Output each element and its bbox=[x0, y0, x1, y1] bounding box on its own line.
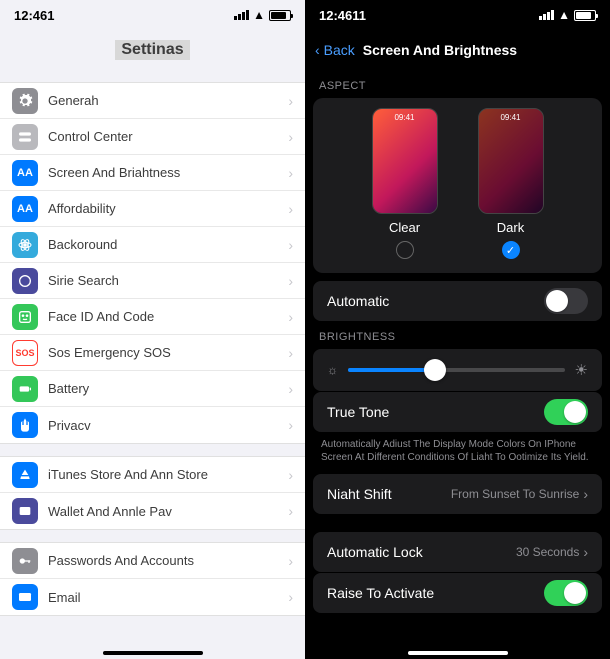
status-bar-left: 12:461 ▲ bbox=[0, 0, 305, 30]
status-bar-right: 12:4611 ▲ bbox=[305, 0, 610, 30]
appearance-previews: 09:41 Clear 09:41 Dark bbox=[313, 98, 602, 273]
section-brightness: BRIGHTNESS bbox=[305, 321, 610, 349]
page-title-left: Settinas bbox=[0, 30, 305, 70]
row-label: Email bbox=[48, 590, 288, 605]
key-icon bbox=[12, 548, 38, 574]
radio-dark[interactable] bbox=[502, 241, 520, 259]
row-label: Privacv bbox=[48, 418, 288, 433]
home-indicator[interactable] bbox=[408, 651, 508, 655]
chevron-right-icon: › bbox=[288, 503, 293, 519]
true-tone-toggle[interactable] bbox=[544, 399, 588, 425]
raise-toggle[interactable] bbox=[544, 580, 588, 606]
radio-light[interactable] bbox=[396, 241, 414, 259]
chevron-right-icon: › bbox=[288, 381, 293, 397]
status-icons: ▲ bbox=[234, 8, 291, 22]
chevron-right-icon: › bbox=[288, 589, 293, 605]
battery-icon bbox=[269, 10, 291, 21]
row-label: Affordability bbox=[48, 201, 288, 216]
raise-row[interactable]: Raise To Activate bbox=[313, 573, 602, 613]
settings-row-aa[interactable]: AA Screen And Briahtness › bbox=[0, 155, 305, 191]
brightness-slider-row: ☼ ☀ bbox=[313, 349, 602, 391]
chevron-right-icon: › bbox=[288, 201, 293, 217]
siri-icon bbox=[12, 268, 38, 294]
chevron-right-icon: › bbox=[288, 165, 293, 181]
chevron-right-icon: › bbox=[288, 345, 293, 361]
chevron-right-icon: › bbox=[288, 417, 293, 433]
signal-icon bbox=[539, 10, 554, 20]
night-shift-row[interactable]: Niaht Shift From Sunset To Sunrise › bbox=[313, 474, 602, 514]
settings-row-astore[interactable]: iTunes Store And Ann Store › bbox=[0, 457, 305, 493]
row-label: Screen And Briahtness bbox=[48, 165, 288, 180]
row-label: Control Center bbox=[48, 129, 288, 144]
aa-icon: AA bbox=[12, 160, 38, 186]
appearance-dark[interactable]: 09:41 Dark bbox=[478, 108, 544, 259]
wifi-icon: ▲ bbox=[253, 8, 265, 22]
settings-row-switches[interactable]: Control Center › bbox=[0, 119, 305, 155]
sun-large-icon: ☀ bbox=[575, 361, 588, 379]
auto-lock-row[interactable]: Automatic Lock 30 Seconds › bbox=[313, 532, 602, 572]
chevron-right-icon: › bbox=[288, 129, 293, 145]
chevron-right-icon: › bbox=[288, 273, 293, 289]
row-label: Sirie Search bbox=[48, 273, 288, 288]
automatic-row[interactable]: Automatic bbox=[313, 281, 602, 321]
true-tone-row[interactable]: True Tone bbox=[313, 392, 602, 432]
clock: 12:4611 bbox=[319, 8, 366, 23]
chevron-right-icon: › bbox=[288, 553, 293, 569]
settings-row-wallet[interactable]: Wallet And Annle Pav › bbox=[0, 493, 305, 529]
battery-icon bbox=[12, 376, 38, 402]
home-indicator[interactable] bbox=[103, 651, 203, 655]
wallet-icon bbox=[12, 498, 38, 524]
row-label: Generah bbox=[48, 93, 288, 108]
mail-icon bbox=[12, 584, 38, 610]
chevron-right-icon: › bbox=[583, 486, 588, 502]
gear-icon bbox=[12, 88, 38, 114]
settings-row-sos[interactable]: SOS Sos Emergency SOS › bbox=[0, 335, 305, 371]
settings-row-atom[interactable]: Backoround › bbox=[0, 227, 305, 263]
switches-icon bbox=[12, 124, 38, 150]
row-label: Sos Emergency SOS bbox=[48, 345, 288, 360]
settings-row-mail[interactable]: Email › bbox=[0, 579, 305, 615]
back-chevron-icon[interactable]: ‹ bbox=[315, 42, 320, 58]
automatic-toggle[interactable] bbox=[544, 288, 588, 314]
brightness-slider[interactable] bbox=[348, 368, 565, 372]
true-tone-description: Automatically Adiust The Display Mode Co… bbox=[305, 432, 610, 474]
sos-icon: SOS bbox=[12, 340, 38, 366]
chevron-right-icon: › bbox=[583, 544, 588, 560]
row-label: Backoround bbox=[48, 237, 288, 252]
status-icons: ▲ bbox=[539, 8, 596, 22]
settings-row-aa[interactable]: AA Affordability › bbox=[0, 191, 305, 227]
row-label: Wallet And Annle Pav bbox=[48, 504, 288, 519]
page-title-right: Screen And Brightness bbox=[363, 42, 517, 58]
row-label: Battery bbox=[48, 381, 288, 396]
signal-icon bbox=[234, 10, 249, 20]
chevron-right-icon: › bbox=[288, 309, 293, 325]
back-button[interactable]: Back bbox=[324, 42, 355, 58]
appearance-light[interactable]: 09:41 Clear bbox=[372, 108, 438, 259]
chevron-right-icon: › bbox=[288, 93, 293, 109]
settings-row-hand[interactable]: Privacv › bbox=[0, 407, 305, 443]
aa-icon: AA bbox=[12, 196, 38, 222]
sun-small-icon: ☼ bbox=[327, 363, 338, 377]
atom-icon bbox=[12, 232, 38, 258]
wifi-icon: ▲ bbox=[558, 8, 570, 22]
battery-icon bbox=[574, 10, 596, 21]
settings-pane: 12:461 ▲ Settinas Generah › Control Cent… bbox=[0, 0, 305, 659]
settings-row-face[interactable]: Face ID And Code › bbox=[0, 299, 305, 335]
settings-row-gear[interactable]: Generah › bbox=[0, 83, 305, 119]
face-icon bbox=[12, 304, 38, 330]
chevron-right-icon: › bbox=[288, 237, 293, 253]
row-label: Passwords And Accounts bbox=[48, 553, 288, 568]
astore-icon bbox=[12, 462, 38, 488]
hand-icon bbox=[12, 412, 38, 438]
nav-header: ‹ Back Screen And Brightness bbox=[305, 30, 610, 70]
clock: 12:461 bbox=[14, 8, 54, 23]
settings-row-key[interactable]: Passwords And Accounts › bbox=[0, 543, 305, 579]
row-label: Face ID And Code bbox=[48, 309, 288, 324]
section-aspect: ASPECT bbox=[305, 70, 610, 98]
row-label: iTunes Store And Ann Store bbox=[48, 467, 288, 482]
settings-row-battery[interactable]: Battery › bbox=[0, 371, 305, 407]
chevron-right-icon: › bbox=[288, 467, 293, 483]
brightness-pane: 12:4611 ▲ ‹ Back Screen And Brightness A… bbox=[305, 0, 610, 659]
settings-row-siri[interactable]: Sirie Search › bbox=[0, 263, 305, 299]
